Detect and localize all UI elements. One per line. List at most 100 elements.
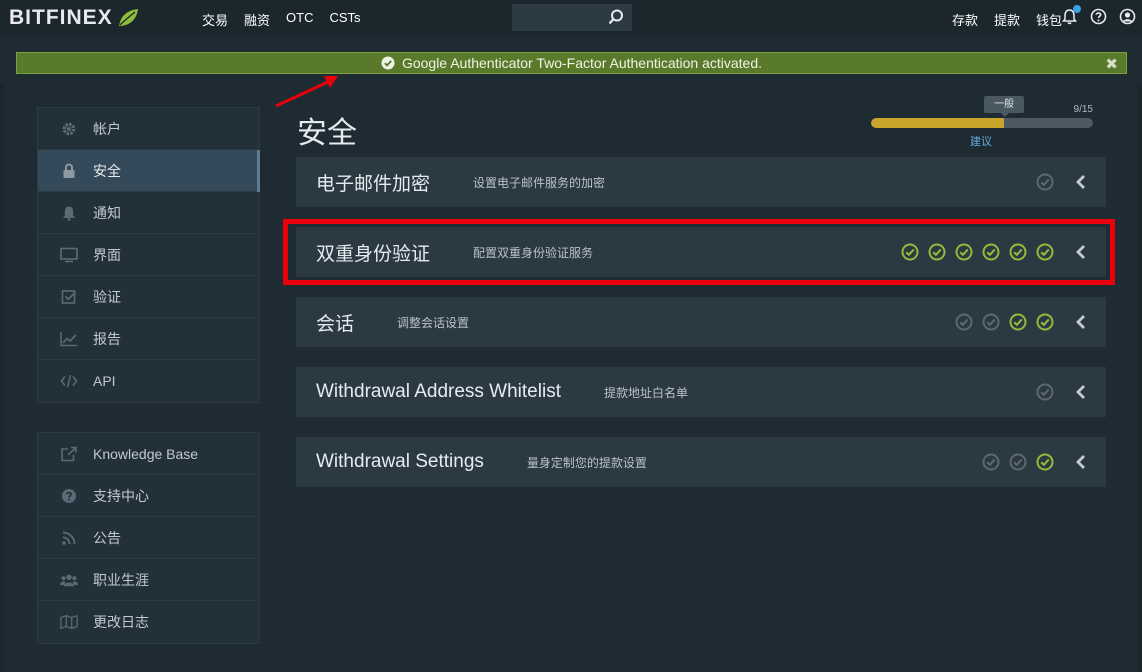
chevron-left-icon[interactable] [1074, 173, 1088, 191]
nav-link-otc[interactable]: OTC [286, 10, 313, 29]
rss-icon [60, 529, 78, 547]
lock-icon [60, 162, 78, 180]
sidebar-item-label: 帐户 [93, 120, 121, 137]
red-highlight-box [283, 219, 1115, 285]
security-progress-bar [871, 118, 1093, 128]
section-withdrawal-settings[interactable]: Withdrawal Settings 量身定制您的提款设置 [296, 437, 1106, 487]
section-withdrawal-whitelist[interactable]: Withdrawal Address Whitelist 提款地址白名单 [296, 367, 1106, 417]
sidebar-item-support[interactable]: 支持中心 [38, 475, 259, 517]
sidebar-item-reports[interactable]: 报告 [38, 318, 259, 360]
nav-link-withdraw[interactable]: 提款 [994, 10, 1020, 29]
main-nav-links: 交易 融资 OTC CSTs [202, 10, 361, 29]
user-circle-icon [1119, 8, 1136, 25]
sidebar-item-label: 报告 [93, 330, 121, 347]
section-title: 电子邮件加密 [316, 173, 431, 195]
notifications-button[interactable] [1061, 5, 1081, 25]
header-icons [1061, 5, 1136, 25]
notification-dot [1073, 5, 1081, 13]
external-link-icon [60, 445, 78, 463]
nav-link-deposit[interactable]: 存款 [952, 10, 978, 29]
section-description: 设置电子邮件服务的加密 [473, 175, 606, 190]
success-banner: Google Authenticator Two-Factor Authenti… [16, 52, 1127, 74]
sidebar-item-label: 界面 [93, 246, 121, 263]
sidebar-item-label: 职业生涯 [93, 571, 149, 588]
top-nav: BITFINEX 交易 融资 OTC CSTs 存款 提款 钱包 [0, 0, 1142, 36]
sidebar-item-careers[interactable]: 职业生涯 [38, 559, 259, 601]
account-button[interactable] [1119, 8, 1136, 25]
chevron-left-icon[interactable] [1074, 383, 1088, 401]
sidebar-item-account[interactable]: 帐户 [38, 108, 259, 150]
nav-link-funding[interactable]: 融资 [244, 10, 270, 29]
status-checks [955, 313, 1054, 331]
resources-sidebar: Knowledge Base 支持中心 公告 职业生涯 更改日志 [37, 432, 260, 644]
bell-icon [60, 204, 78, 222]
section-title: Withdrawal Address Whitelist [316, 381, 561, 402]
status-checks [982, 453, 1054, 471]
red-arrow-annotation [275, 76, 338, 108]
settings-sidebar: 帐户 安全 通知 界面 验证 报告 API [37, 107, 260, 403]
check-circle-active-icon [1009, 313, 1027, 331]
sidebar-item-security[interactable]: 安全 [38, 150, 260, 192]
banner-message: Google Authenticator Two-Factor Authenti… [401, 55, 763, 71]
check-circle-inactive-icon [982, 453, 1000, 471]
map-icon [60, 613, 78, 631]
check-circle-inactive-icon [955, 313, 973, 331]
security-score-count: 9/15 [1073, 104, 1093, 115]
sidebar-item-label: 更改日志 [93, 614, 149, 630]
account-nav-links: 存款 提款 钱包 [952, 10, 1062, 29]
sidebar-item-changelog[interactable]: 更改日志 [38, 601, 259, 643]
notification-area: Google Authenticator Two-Factor Authenti… [0, 36, 1142, 84]
chart-icon [60, 330, 78, 348]
sidebar-item-label: 支持中心 [93, 487, 149, 504]
sidebar-item-api[interactable]: API [38, 360, 259, 402]
sidebar-item-verification[interactable]: 验证 [38, 276, 259, 318]
sidebar-item-label: 公告 [93, 529, 121, 546]
sidebar-item-label: API [93, 373, 116, 389]
check-circle-icon [381, 56, 395, 70]
leaf-icon [118, 9, 138, 26]
sidebar-item-notifications[interactable]: 通知 [38, 192, 259, 234]
check-circle-inactive-icon [1009, 453, 1027, 471]
question-circle-icon [1090, 8, 1107, 25]
check-circle-inactive-icon [982, 313, 1000, 331]
section-description: 量身定制您的提款设置 [526, 455, 647, 470]
chevron-left-icon[interactable] [1074, 453, 1088, 471]
nav-link-trading[interactable]: 交易 [202, 10, 228, 29]
sidebar-item-label: 安全 [93, 162, 121, 179]
security-progress-fill [871, 118, 1005, 128]
page-title: 安全 [297, 117, 357, 150]
search-icon[interactable] [608, 9, 624, 25]
sidebar-item-knowledge-base[interactable]: Knowledge Base [38, 433, 259, 475]
monitor-icon [60, 246, 78, 264]
check-circle-active-icon [1036, 453, 1054, 471]
nav-link-wallets[interactable]: 钱包 [1036, 10, 1062, 29]
checkbox-icon [60, 288, 78, 306]
section-description: 提款地址白名单 [603, 385, 688, 400]
sidebar-item-announcements[interactable]: 公告 [38, 517, 259, 559]
sidebar-item-label: 通知 [93, 204, 121, 221]
gear-icon [60, 120, 78, 138]
users-icon [60, 571, 78, 589]
sidebar-item-label: 验证 [93, 288, 121, 305]
logo-text: BITFINEX [9, 6, 113, 29]
check-circle-inactive-icon [1036, 173, 1054, 191]
section-title: Withdrawal Settings [316, 451, 484, 472]
status-checks [1036, 383, 1054, 401]
section-description: 调整会话设置 [397, 315, 470, 330]
chevron-left-icon[interactable] [1074, 313, 1088, 331]
search-box [512, 4, 632, 31]
section-email-encryption[interactable]: 电子邮件加密 设置电子邮件服务的加密 [296, 157, 1106, 207]
bitfinex-logo[interactable]: BITFINEX [9, 6, 139, 30]
close-icon[interactable]: ✖ [1105, 55, 1118, 73]
nav-link-csts[interactable]: CSTs [329, 10, 360, 29]
security-score: 一般 9/15 建议 [871, 96, 1093, 148]
code-icon [60, 372, 78, 390]
help-button[interactable] [1090, 8, 1107, 25]
check-circle-active-icon [1036, 313, 1054, 331]
recommendation-link[interactable]: 建议 [970, 133, 992, 149]
search-input[interactable] [518, 9, 606, 26]
sidebar-item-interface[interactable]: 界面 [38, 234, 259, 276]
section-title: 会话 [316, 313, 355, 335]
section-sessions[interactable]: 会话 调整会话设置 [296, 297, 1106, 347]
sidebar-item-label: Knowledge Base [93, 445, 199, 462]
